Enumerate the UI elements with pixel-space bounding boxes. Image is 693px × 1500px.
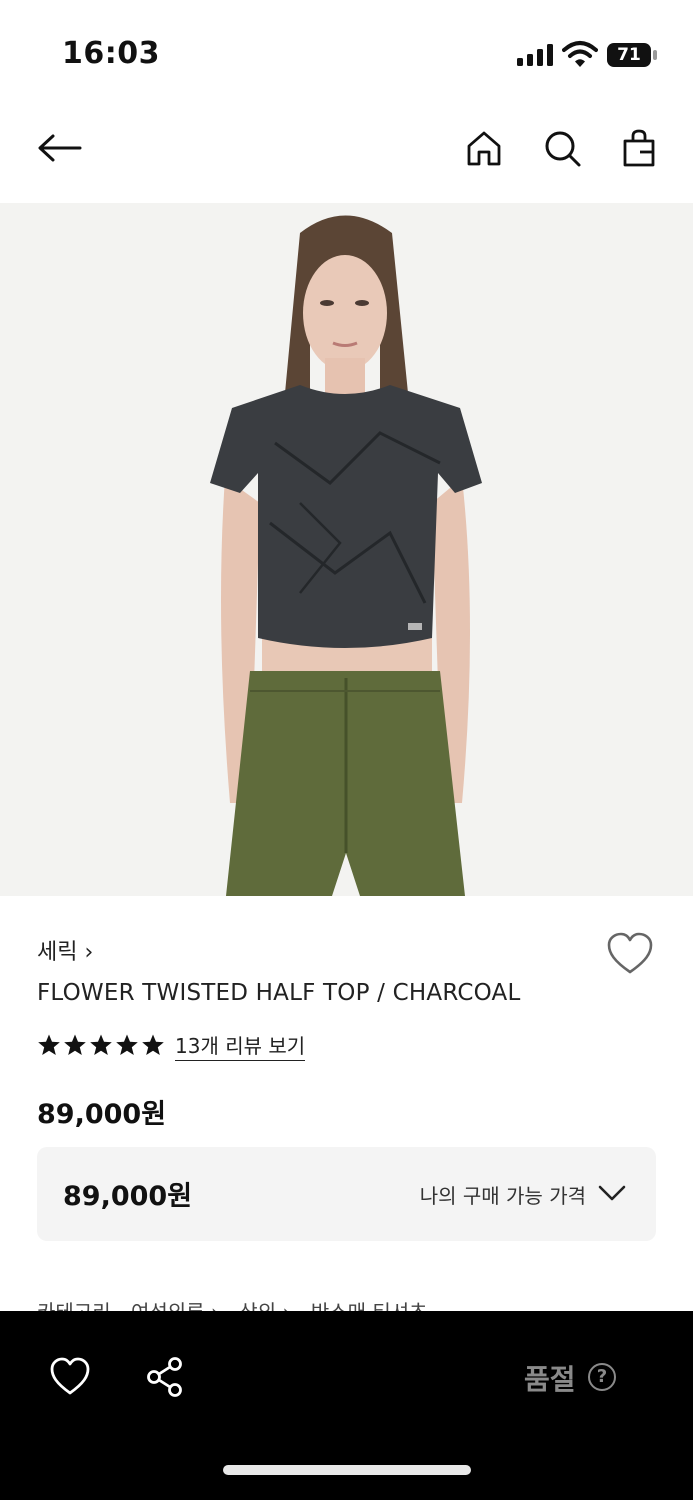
star-rating [37,1033,165,1057]
battery-cap [653,50,657,60]
search-icon [545,131,581,167]
status-time: 16:03 [62,36,160,71]
home-indicator [223,1465,471,1475]
product-title: FLOWER TWISTED HALF TOP / CHARCOAL [37,980,521,1006]
heart-outline-icon [607,932,653,974]
star-icon [90,1034,112,1055]
product-image[interactable] [0,203,693,896]
my-price-amount: 89,000원 [63,1181,193,1212]
cart-button[interactable] [615,124,663,172]
product-photo [0,203,693,896]
share-icon [147,1357,182,1397]
status-bar: 16:03 71 [0,0,693,100]
star-icon [142,1034,164,1055]
wishlist-button[interactable] [604,930,656,978]
battery-level: 71 [607,43,651,67]
help-icon[interactable]: ? [588,1363,616,1391]
home-button[interactable] [460,124,508,172]
battery-icon: 71 [607,43,657,67]
home-icon [467,131,501,166]
cellular-signal-icon [517,44,553,66]
bottom-wishlist-button[interactable] [48,1355,92,1399]
shopping-bag-icon [623,129,655,167]
heart-outline-icon [50,1357,90,1395]
brand-link[interactable]: 세릭 › [37,934,93,966]
share-button[interactable] [143,1355,187,1399]
star-icon [64,1034,86,1055]
search-button[interactable] [538,124,586,172]
star-icon [116,1034,138,1055]
review-link[interactable]: 13개 리뷰 보기 [175,1030,306,1061]
arrow-left-icon [38,134,82,162]
back-button[interactable] [35,124,83,172]
my-price-dropdown[interactable]: 89,000원 나의 구매 가능 가격 [37,1147,656,1241]
soldout-label: 품절 [524,1363,576,1396]
chevron-down-icon [598,1185,626,1201]
top-nav-bar [0,100,693,200]
rating-row: 13개 리뷰 보기 [37,1030,306,1061]
product-price: 89,000원 [37,1099,167,1130]
bottom-action-bar: 품절 ? [0,1311,693,1500]
wifi-icon [562,41,598,67]
star-icon [38,1034,60,1055]
my-price-label: 나의 구매 가능 가격 [419,1184,586,1208]
